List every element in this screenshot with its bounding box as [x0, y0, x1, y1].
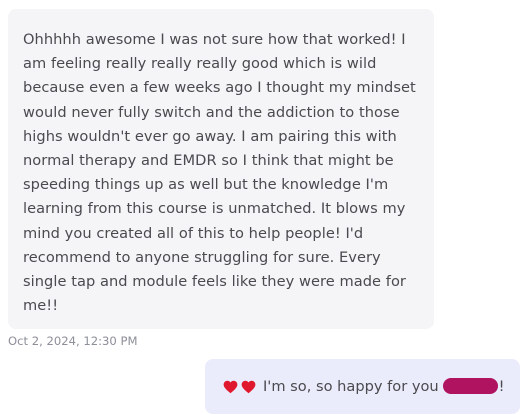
redacted-name: [442, 377, 498, 394]
heart-emojis: [223, 380, 256, 394]
chat-thread: Ohhhhh awesome I was not sure how that w…: [0, 0, 529, 415]
message-timestamp: Oct 2, 2024, 12:30 PM: [8, 334, 138, 348]
incoming-message-bubble[interactable]: Ohhhhh awesome I was not sure how that w…: [8, 9, 434, 329]
red-heart-icon: [223, 380, 238, 393]
incoming-message-text: Ohhhhh awesome I was not sure how that w…: [23, 31, 416, 315]
outgoing-message-punctuation: !: [498, 378, 505, 395]
red-heart-icon: [241, 380, 256, 393]
outgoing-message-text: I'm so, so happy for you: [263, 378, 439, 395]
outgoing-message-bubble[interactable]: I'm so, so happy for you !: [205, 359, 520, 414]
